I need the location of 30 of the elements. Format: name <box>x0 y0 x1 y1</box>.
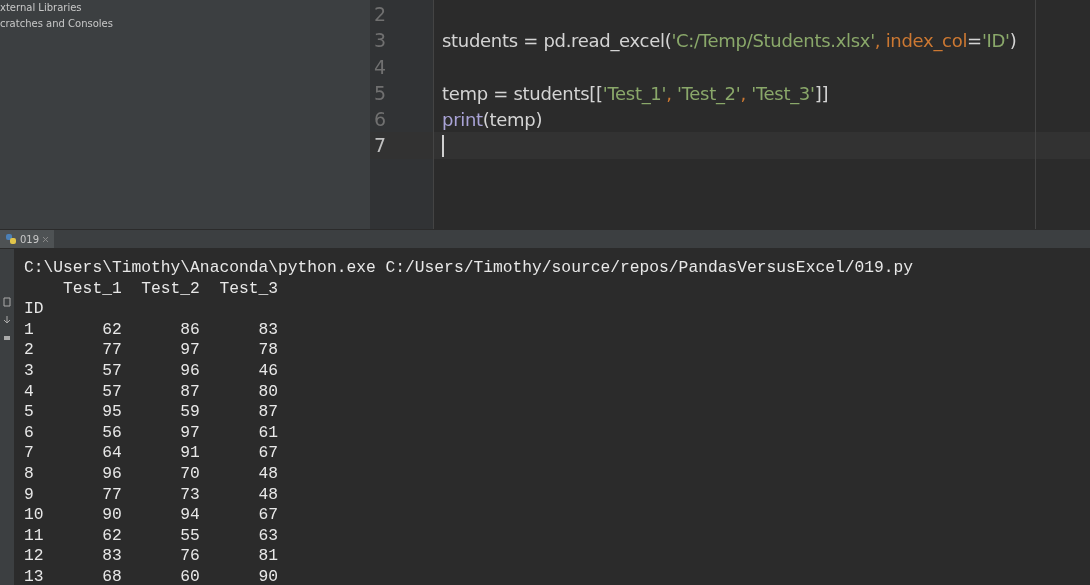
console-line: 1 62 86 83 <box>24 319 280 341</box>
line-number: 6 <box>373 107 388 133</box>
console-line: 9 77 73 48 <box>24 484 280 506</box>
console-line: Test_1 Test_2 Test_3 <box>62 278 280 300</box>
console-line: 8 96 70 48 <box>24 463 280 485</box>
console-line: C:\Users\Timothy\Anaconda\python.exe C:/Users/Timothy/source/repos/PandasVersusExcel/019.py <box>24 258 915 279</box>
console-line: 7 64 91 67 <box>24 443 280 464</box>
console-line: 5 95 59 87 <box>24 402 280 423</box>
console-line: 3 57 96 46 <box>24 360 280 382</box>
console-line: ID <box>24 299 45 320</box>
code-line: temp = students[['Test_1', 'Test_2', 'Test_3']] <box>442 81 829 107</box>
console-line: 2 77 97 78 <box>24 340 280 361</box>
code-line: students = pd.read_excel('C:/Temp/Students.xlsx', index_col='ID') <box>442 28 1017 54</box>
tree-item[interactable]: xternal Libraries <box>0 0 370 16</box>
code-line: print(temp) <box>442 107 543 132</box>
download-icon[interactable] <box>3 315 11 325</box>
run-tab[interactable]: 019 <box>0 230 55 248</box>
line-number: 2 <box>373 2 388 27</box>
console-line: 12 83 76 81 <box>24 546 280 567</box>
console-line: 4 57 87 80 <box>24 381 280 403</box>
console-line: 11 62 55 63 <box>24 525 280 547</box>
console-line: 10 90 94 67 <box>24 505 280 526</box>
line-number: 5 <box>373 80 388 106</box>
line-number: 4 <box>373 54 388 80</box>
python-icon <box>5 233 17 245</box>
tree-item[interactable]: cratches and Consoles <box>0 16 370 32</box>
line-number: 3 <box>373 28 388 54</box>
console-line: 6 56 97 61 <box>24 422 280 444</box>
console-line: 13 68 60 90 <box>24 566 280 585</box>
text-cursor <box>442 134 444 157</box>
